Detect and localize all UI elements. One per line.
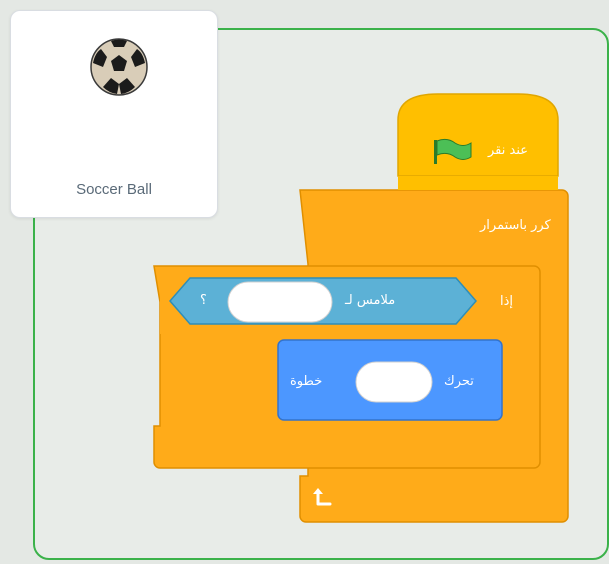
- sprite-card[interactable]: Soccer Ball: [10, 10, 218, 218]
- move-suffix: خطوة: [290, 374, 323, 389]
- move-label: تحرك: [444, 374, 474, 389]
- when-flag-clicked-block[interactable]: [397, 93, 559, 190]
- if-block-label: إذا: [500, 294, 514, 309]
- forever-block-label: كرر باستمرار: [480, 218, 551, 233]
- sprite-name: Soccer Ball: [76, 181, 152, 198]
- steps-input[interactable]: [355, 361, 433, 403]
- touching-target-input[interactable]: [227, 281, 333, 323]
- soccer-ball-icon: [90, 38, 148, 96]
- touching-sensing-block[interactable]: [169, 277, 477, 325]
- hat-block-label: عند نقر: [488, 143, 529, 158]
- touching-suffix: ؟: [200, 293, 207, 308]
- touching-label: ملامس لـ: [345, 293, 396, 308]
